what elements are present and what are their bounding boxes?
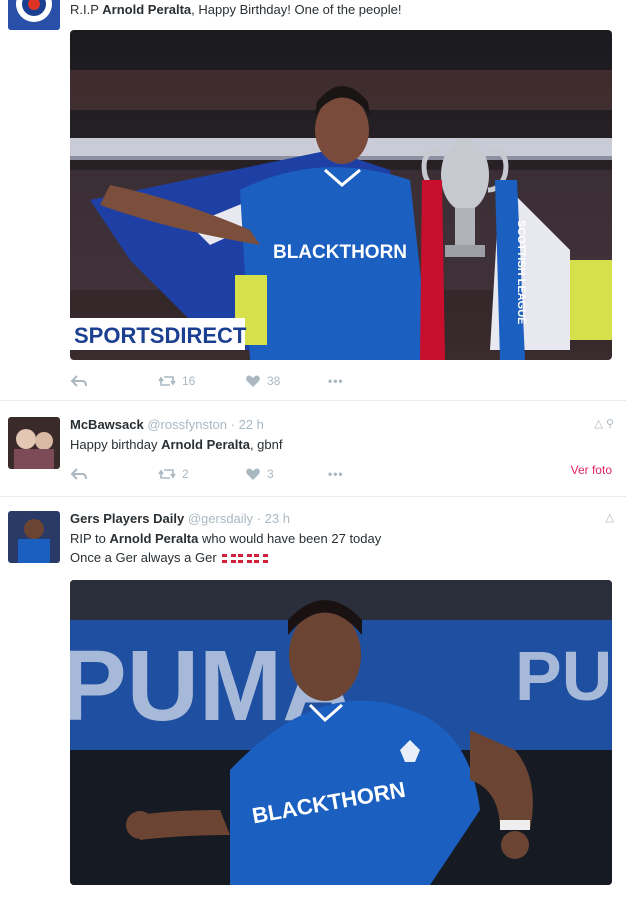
uk-flag-icon [254, 554, 269, 564]
retweet-button[interactable]: 2 [158, 467, 189, 481]
tweet-time[interactable]: · 23 h [257, 511, 290, 526]
tweet-text: R.I.P Arnold Peralta, Happy Birthday! On… [70, 2, 401, 17]
uk-flag-icon [238, 554, 253, 564]
mention-link[interactable]: Arnold Peralta [110, 531, 199, 546]
retweet-button[interactable]: 16 [158, 374, 195, 388]
tweet-text-suffix: who would have been 27 today [202, 531, 382, 546]
like-count: 3 [267, 467, 274, 481]
more-icon: ••• [328, 467, 344, 481]
like-button[interactable]: 38 [245, 374, 280, 388]
tweet-header: McBawsack @rossfynston · 22 h [70, 417, 264, 432]
user-handle[interactable]: @rossfynston [147, 417, 227, 432]
user-handle[interactable]: @gersdaily [188, 511, 253, 526]
avatar[interactable] [8, 417, 60, 469]
heart-icon [246, 468, 260, 480]
more-button[interactable]: ••• [328, 467, 344, 481]
tweet-photo[interactable]: PUMA PU BLACKTHORN [70, 580, 612, 885]
reply-button[interactable] [70, 374, 88, 388]
tweet-2: McBawsack @rossfynston · 22 h △ ⚲ Happy … [0, 401, 626, 497]
tweet-text-suffix: , Happy Birthday! One of the people! [191, 2, 402, 17]
photo-sash-text: SCOTTISH LEAGUE [515, 220, 527, 325]
lock-icon: △ [605, 512, 614, 524]
photo-advert-board: SPORTSDIRECT [74, 323, 247, 348]
tweet-3: Gers Players Daily @gersdaily · 23 h △ R… [0, 497, 626, 900]
mention-link[interactable]: Arnold Peralta [161, 437, 250, 452]
user-name[interactable]: Gers Players Daily [70, 511, 184, 526]
mention-link[interactable]: Arnold Peralta [102, 2, 191, 17]
rangers-crest-icon [8, 0, 60, 30]
reply-icon [70, 468, 87, 480]
uk-flag-icon [222, 554, 237, 564]
more-icon: ••• [328, 374, 344, 388]
location-icon[interactable]: ⚲ [606, 418, 614, 430]
tweet-time[interactable]: · 22 h [231, 417, 264, 432]
more-button[interactable]: ••• [328, 374, 344, 388]
tweet-text-suffix: , gbnf [249, 437, 283, 452]
tweet-meta: △ ⚲ [594, 417, 614, 430]
retweet-icon [158, 469, 176, 479]
like-button[interactable]: 3 [245, 467, 274, 481]
photo-player-celebrating: PUMA PU BLACKTHORN [70, 580, 612, 885]
tweet-header: Gers Players Daily @gersdaily · 23 h [70, 511, 290, 526]
lock-icon: △ [594, 418, 603, 430]
heart-icon [246, 375, 260, 387]
reply-button[interactable] [70, 467, 88, 481]
avatar-photo [8, 417, 60, 469]
tweet-photo[interactable]: BLACKTHORN SCOTTISH LEAGUE SPORTSDIRECT [70, 30, 612, 360]
tweet-1: R.I.P Arnold Peralta, Happy Birthday! On… [0, 0, 626, 401]
retweet-count: 2 [182, 467, 189, 481]
avatar[interactable] [8, 0, 60, 30]
user-name[interactable]: McBawsack [70, 417, 144, 432]
photo-banner-text-right: PU [515, 637, 612, 715]
retweet-icon [158, 376, 176, 386]
tweet-text-line2: Once a Ger always a Ger [70, 550, 217, 565]
retweet-count: 16 [182, 374, 196, 388]
avatar[interactable] [8, 511, 60, 563]
avatar-photo [8, 511, 60, 563]
tweet-text-prefix: Happy birthday [70, 437, 158, 452]
tweet-text-prefix: RIP to [70, 531, 106, 546]
tweet-meta: △ [606, 511, 614, 524]
tweet-text: Happy birthday Arnold Peralta, gbnf [70, 437, 282, 452]
tweet-text-prefix: R.I.P [70, 2, 99, 17]
tweet-text-line-1: RIP to Arnold Peralta who would have bee… [70, 531, 381, 546]
view-photo-link[interactable]: Ver foto [571, 463, 612, 477]
photo-player-with-trophy: BLACKTHORN SCOTTISH LEAGUE SPORTSDIRECT [70, 30, 612, 360]
photo-shirt-sponsor: BLACKTHORN [273, 242, 407, 263]
reply-icon [70, 375, 87, 387]
like-count: 38 [267, 374, 281, 388]
tweet-text-line-2: Once a Ger always a Ger [70, 550, 269, 565]
